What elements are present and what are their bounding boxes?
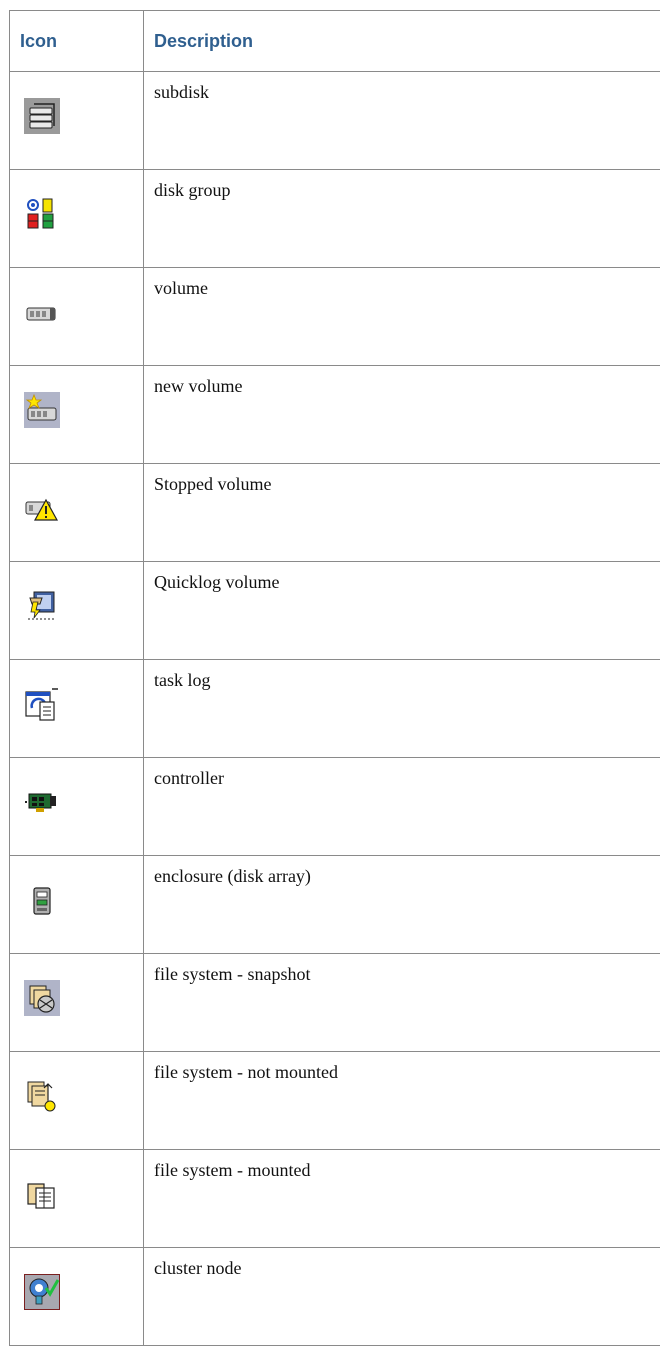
cluster-node-icon <box>24 1274 60 1310</box>
table-row: disk group <box>10 170 660 268</box>
table-row: subdisk <box>10 72 660 170</box>
row-description: file system - mounted <box>144 1150 660 1248</box>
volume-icon <box>24 294 60 330</box>
row-description: Quicklog volume <box>144 562 660 660</box>
column-header-icon: Icon <box>10 11 144 72</box>
table-row: cluster node <box>10 1248 660 1346</box>
fs-snapshot-icon <box>24 980 60 1016</box>
row-description: file system - snapshot <box>144 954 660 1052</box>
table-row: Stopped volume <box>10 464 660 562</box>
header-row: Icon Description <box>10 11 660 72</box>
table-row: Quicklog volume <box>10 562 660 660</box>
new-volume-icon <box>24 392 60 428</box>
disk-group-icon <box>24 196 60 232</box>
table-row: volume <box>10 268 660 366</box>
row-description: disk group <box>144 170 660 268</box>
column-header-description: Description <box>144 11 660 72</box>
icon-description-table: Icon Description subdisk <box>9 10 660 1346</box>
row-description: cluster node <box>144 1248 660 1346</box>
enclosure-icon <box>24 882 60 918</box>
row-description: task log <box>144 660 660 758</box>
table-row: enclosure (disk array) <box>10 856 660 954</box>
table-row: file system - snapshot <box>10 954 660 1052</box>
row-description: Stopped volume <box>144 464 660 562</box>
table-row: new volume <box>10 366 660 464</box>
row-description: new volume <box>144 366 660 464</box>
row-description: subdisk <box>144 72 660 170</box>
row-description: volume <box>144 268 660 366</box>
table-row: file system - mounted <box>10 1150 660 1248</box>
fs-not-mounted-icon <box>24 1078 60 1114</box>
task-log-icon <box>24 686 60 722</box>
fs-mounted-icon <box>24 1176 60 1212</box>
table-row: file system - not mounted <box>10 1052 660 1150</box>
stopped-volume-icon <box>24 490 60 526</box>
row-description: file system - not mounted <box>144 1052 660 1150</box>
table-row: task log <box>10 660 660 758</box>
table-row: controller <box>10 758 660 856</box>
subdisk-icon <box>24 98 60 134</box>
quicklog-volume-icon <box>24 588 60 624</box>
controller-icon <box>24 784 60 820</box>
row-description: controller <box>144 758 660 856</box>
row-description: enclosure (disk array) <box>144 856 660 954</box>
